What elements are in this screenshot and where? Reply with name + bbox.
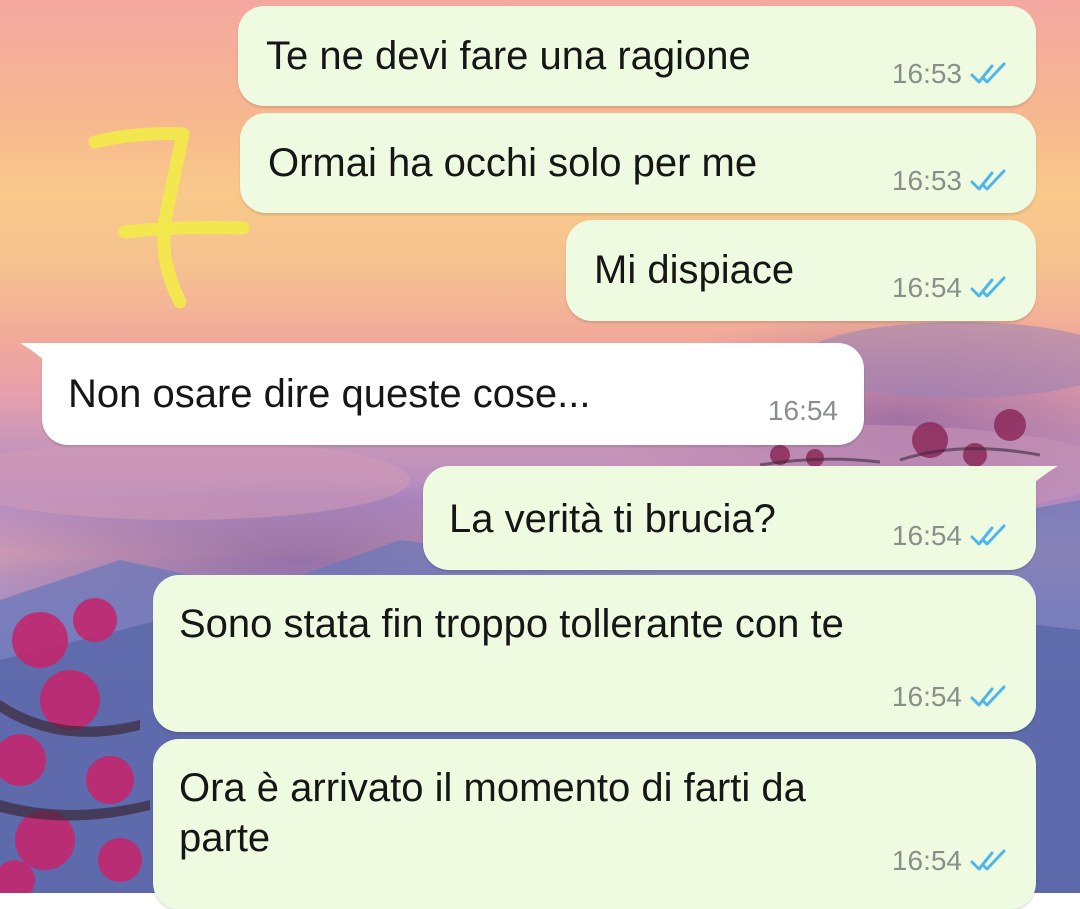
- outgoing-message[interactable]: Te ne devi fare una ragione 16:53: [238, 6, 1036, 106]
- message-meta: 16:54: [768, 395, 838, 427]
- outgoing-message[interactable]: La verità ti brucia? 16:54: [423, 466, 1058, 570]
- message-time: 16:53: [891, 165, 962, 196]
- bubble-tail: [1028, 466, 1058, 488]
- message-list[interactable]: Te ne devi fare una ragione 16:53 Ormai …: [0, 0, 1080, 909]
- message-time: 16:54: [891, 845, 962, 876]
- read-ticks-icon: [970, 62, 1010, 86]
- outgoing-message[interactable]: Ormai ha occhi solo per me 16:53: [240, 113, 1036, 213]
- message-text: Ora è arrivato il momento di farti da pa…: [179, 766, 806, 860]
- bubble-tail: [20, 343, 50, 365]
- message-meta: 16:54: [892, 845, 1010, 877]
- read-ticks-icon: [970, 685, 1010, 709]
- read-ticks-icon: [970, 849, 1010, 873]
- message-text: La verità ti brucia?: [449, 497, 776, 541]
- outgoing-message[interactable]: Ora è arrivato il momento di farti da pa…: [153, 739, 1036, 909]
- message-text: Mi dispiace: [594, 248, 795, 292]
- incoming-message[interactable]: Non osare dire queste cose... 16:54: [20, 343, 864, 445]
- read-ticks-icon: [970, 524, 1010, 548]
- message-time: 16:54: [891, 272, 962, 303]
- read-ticks-icon: [970, 276, 1010, 300]
- message-text: Non osare dire queste cose...: [68, 372, 591, 416]
- message-meta: 16:53: [892, 58, 1010, 90]
- message-time: 16:54: [767, 395, 838, 426]
- outgoing-message[interactable]: Mi dispiace 16:54: [566, 220, 1036, 321]
- message-time: 16:53: [891, 58, 962, 89]
- message-meta: 16:54: [892, 520, 1010, 552]
- message-meta: 16:53: [892, 165, 1010, 197]
- message-time: 16:54: [891, 681, 962, 712]
- outgoing-message[interactable]: Sono stata fin troppo tollerante con te …: [153, 575, 1036, 732]
- message-text: Sono stata fin troppo tollerante con te: [179, 602, 844, 646]
- message-text: Te ne devi fare una ragione: [266, 34, 751, 78]
- message-meta: 16:54: [892, 681, 1010, 713]
- message-text: Ormai ha occhi solo per me: [268, 141, 758, 185]
- message-meta: 16:54: [892, 272, 1010, 304]
- read-ticks-icon: [970, 169, 1010, 193]
- message-time: 16:54: [891, 520, 962, 551]
